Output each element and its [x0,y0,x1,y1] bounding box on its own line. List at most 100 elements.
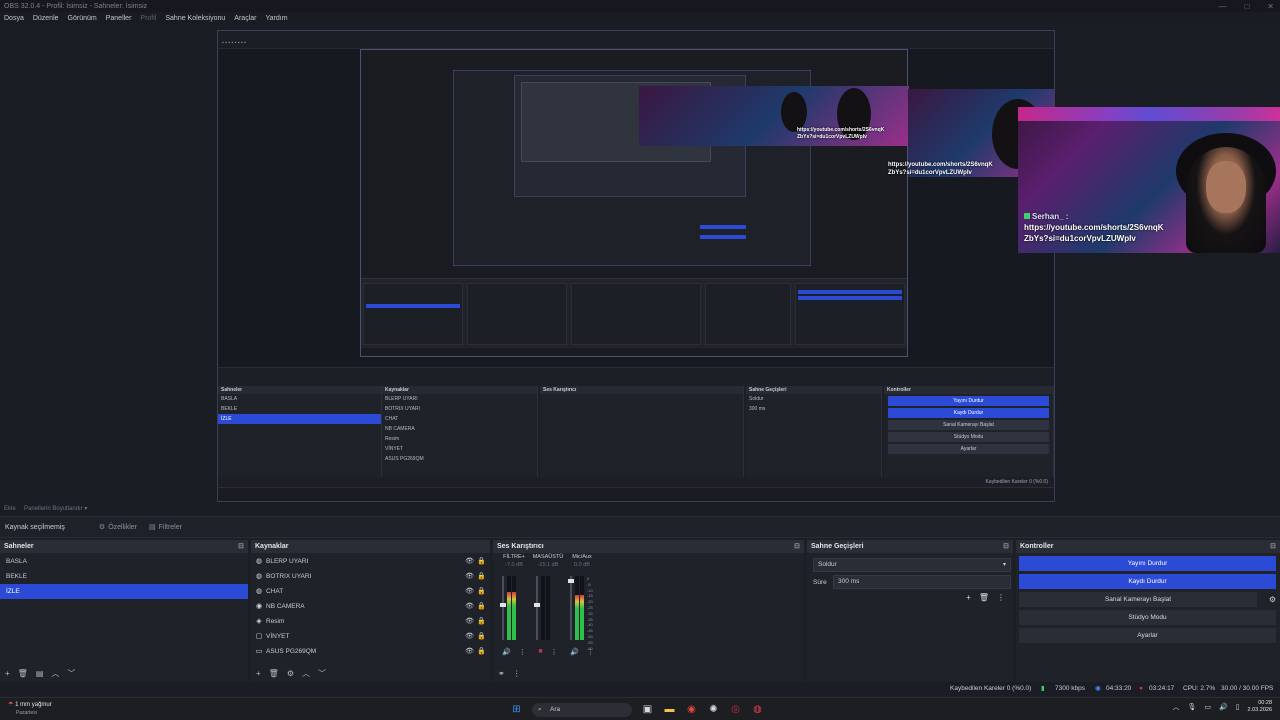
preview-area[interactable]: ▪ ▪ ▪ ▪ ▪ ▪ ▪ ▪ https://youtube.com/shor… [0,25,1280,503]
stop-recording-button[interactable]: Kaydı Durdur [1019,574,1276,589]
dock-menu-icon[interactable]: ⊟ [1270,540,1276,553]
volume-fader[interactable] [534,576,540,640]
add-icon[interactable]: + [966,593,971,602]
dock-menu-icon[interactable]: ⊟ [238,540,244,553]
duration-input[interactable]: 300 ms [833,575,1011,589]
source-item-resim[interactable]: ◈ Resim 👁 🔒 [251,614,490,629]
sources-footer: + 🗑 ⚙ ︿ ﹀ [251,666,490,680]
scene-item-izle[interactable]: İZLE [0,584,248,599]
chevron-up-icon[interactable]: ︿ [1172,702,1179,712]
transition-select[interactable]: Soldur ▾ [813,558,1011,572]
app-icon[interactable]: ✺ [707,703,720,716]
speaker-icon[interactable]: 🔊 [502,648,511,656]
menu-gorunum[interactable]: Görünüm [68,15,97,22]
lock-icon[interactable]: 🔒 [477,614,486,629]
task-view-icon[interactable]: ▣ [641,703,654,716]
source-item-nb-camera[interactable]: ◉ NB CAMERA 👁 🔒 [251,599,490,614]
mic-icon[interactable]: 🎙 [1187,703,1196,711]
preview-canvas[interactable]: ▪ ▪ ▪ ▪ ▪ ▪ ▪ ▪ https://youtube.com/shor… [217,30,1055,502]
chevron-down-icon[interactable]: ﹀ [318,668,326,679]
lock-icon[interactable]: 🔒 [477,569,486,584]
eye-icon[interactable]: 👁 [465,554,474,569]
eye-icon[interactable]: 👁 [465,584,474,599]
speaker-icon[interactable]: 🔊 [570,648,579,656]
clock[interactable]: 00:28 2.03.2026 [1248,700,1272,714]
dock-menu-icon[interactable]: ⊟ [794,540,800,553]
studio-mode-button[interactable]: Stüdyo Modu [1019,610,1276,625]
fader-knob[interactable] [500,603,506,607]
menu-sahne-koleksiyonu[interactable]: Sahne Koleksiyonu [165,15,225,22]
fader-knob[interactable] [568,579,574,583]
menu-duzenle[interactable]: Düzenle [33,15,59,22]
source-item-blerp[interactable]: ◍ BLERP UYARI 👁 🔒 [251,554,490,569]
trash-icon[interactable]: 🗑 [18,669,28,678]
source-item-vinyet[interactable]: ▢ VİNYET 👁 🔒 [251,629,490,644]
more-icon[interactable]: ⋮ [997,593,1005,602]
lock-icon[interactable]: 🔒 [477,554,486,569]
close-button[interactable]: ✕ [1267,2,1274,11]
lock-icon[interactable]: 🔒 [477,629,486,644]
add-icon[interactable]: + [5,669,10,678]
chrome-icon[interactable]: ◉ [685,703,698,716]
fps: 30.00 / 30.00 FPS [1221,685,1274,692]
stop-stream-button[interactable]: Yayını Durdur [1019,556,1276,571]
taskbar-search[interactable]: ⌕ Ara [532,702,632,717]
chevron-down-icon[interactable]: ▾ [84,506,87,512]
eye-icon[interactable]: 👁 [465,629,474,644]
trash-icon[interactable]: 🗑 [979,593,989,602]
menu-paneller[interactable]: Paneller [106,15,132,22]
eye-icon[interactable]: 👁 [465,644,474,659]
maximize-button[interactable]: □ [1244,2,1249,11]
eye-icon[interactable]: 👁 [465,614,474,629]
scenes-footer: + 🗑 ▤ ︿ ﹀ [0,666,248,680]
more-icon[interactable]: ⋮ [551,648,558,656]
chevron-down-icon[interactable]: ﹀ [67,668,75,679]
volume-fader[interactable] [500,576,506,640]
eye-icon[interactable]: 👁 [465,569,474,584]
weather-widget[interactable]: ☂ 1 mm yağmur Pazartesi [8,701,52,717]
menu-araclar[interactable]: Araçlar [234,15,256,22]
source-item-asus[interactable]: ▭ ASUS PG269QM 👁 🔒 [251,644,490,659]
nested-status-bar: Kaybedilen Kareler 0 (%0.0) [218,477,1054,487]
more-icon[interactable]: ⋮ [519,648,526,656]
chevron-up-icon[interactable]: ︿ [302,668,310,679]
gear-icon[interactable]: ⚙ [287,669,294,678]
minimize-button[interactable]: — [1218,2,1226,11]
volume-icon[interactable]: 🔊 [1219,703,1228,711]
properties-button[interactable]: ⚙ Özellikler [99,523,137,532]
network-icon[interactable]: ▭ [1204,703,1211,711]
menu-yardim[interactable]: Yardım [265,15,287,22]
lock-icon[interactable]: 🔒 [477,644,486,659]
chevron-up-icon[interactable]: ︿ [51,668,59,679]
scene-small-label[interactable]: Ekle [4,506,16,512]
source-item-chat[interactable]: ◍ CHAT 👁 🔒 [251,584,490,599]
filter-icon[interactable]: ▤ [36,669,44,678]
scene-item-bekle[interactable]: BEKLE [0,569,248,584]
windows-start-icon[interactable]: ⊞ [510,703,523,716]
volume-fader[interactable] [568,576,574,640]
lock-icon[interactable]: 🔒 [477,599,486,614]
fader-knob[interactable] [534,603,540,607]
recorder-icon[interactable]: ◍ [751,703,764,716]
more-icon[interactable]: ⋮ [587,648,594,656]
menu-dosya[interactable]: Dosya [4,15,24,22]
gear-icon[interactable]: ⚙ [1269,595,1276,604]
filters-button[interactable]: ▤ Filtreler [149,523,182,532]
start-virtual-camera-button[interactable]: Sanal Kamerayı Başlat [1019,592,1257,607]
scene-item-basla[interactable]: BASLA [0,554,248,569]
eye-icon[interactable]: 👁 [465,599,474,614]
add-icon[interactable]: + [256,669,261,678]
lock-icon[interactable]: 🔒 [477,584,486,599]
battery-icon[interactable]: ▯ [1236,703,1240,711]
more-icon[interactable]: ⋮ [513,669,521,678]
menu-profil[interactable]: Profil [140,15,156,22]
obs-icon[interactable]: ◎ [729,703,742,716]
muted-speaker-icon[interactable]: ■ [538,648,542,656]
file-explorer-icon[interactable]: ▬ [663,703,676,716]
settings-button[interactable]: Ayarlar [1019,628,1276,643]
source-item-botrix[interactable]: ◍ BOTRIX UYARI 👁 🔒 [251,569,490,584]
trash-icon[interactable]: 🗑 [269,669,279,678]
link-icon[interactable]: ⚭ [498,669,505,678]
resize-panels-label[interactable]: Panellerin Boyutlandır [24,506,83,512]
dock-menu-icon[interactable]: ⊟ [1003,540,1009,553]
